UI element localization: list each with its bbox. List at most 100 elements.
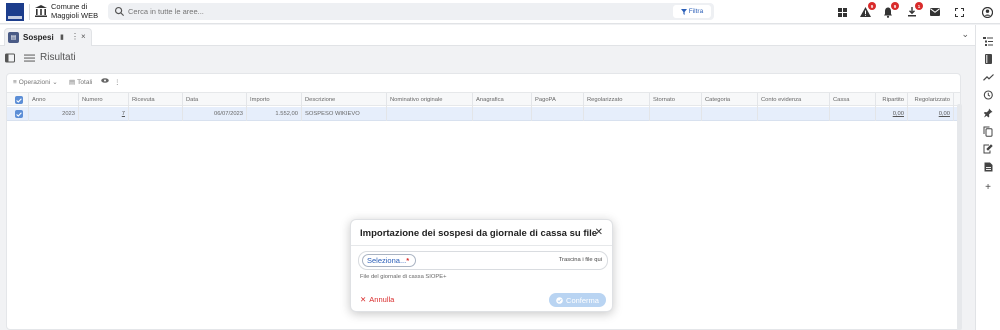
grid-toolbar: ≡ Operazioni ⌄ ▤ Totali ⋮ bbox=[7, 74, 960, 90]
cell-pagopa bbox=[532, 107, 584, 121]
column-header[interactable]: Conto evidenza bbox=[758, 93, 830, 107]
cell-anagrafica bbox=[473, 107, 532, 121]
divider bbox=[351, 245, 612, 246]
close-icon[interactable]: ✕ bbox=[595, 227, 603, 238]
select-all-checkbox[interactable] bbox=[15, 96, 23, 104]
cell-conto bbox=[758, 107, 830, 121]
column-header[interactable]: Importo bbox=[247, 93, 302, 107]
row-checkbox[interactable] bbox=[15, 110, 23, 118]
filter-label: Filtra bbox=[688, 8, 704, 15]
column-header[interactable]: Numero bbox=[79, 93, 129, 107]
dropzone-caption: File del giornale di cassa SIOPE+ bbox=[360, 274, 447, 280]
column-header[interactable]: Nominativo originale bbox=[387, 93, 473, 107]
close-icon[interactable]: × bbox=[81, 32, 86, 41]
add-icon[interactable]: + bbox=[982, 181, 994, 193]
app-logo[interactable] bbox=[6, 3, 24, 21]
column-header[interactable]: Stornato bbox=[650, 93, 702, 107]
sidebar-toggle-icon[interactable] bbox=[5, 53, 15, 63]
cell-categoria bbox=[702, 107, 758, 121]
import-dialog: Importazione dei sospesi da giornale di … bbox=[350, 219, 613, 312]
right-toolbar: + bbox=[975, 25, 1000, 330]
org-name-line2: Maggioli WEB bbox=[51, 10, 99, 20]
column-header[interactable]: Regolarizzato bbox=[908, 93, 954, 107]
column-header[interactable]: Categoria bbox=[702, 93, 758, 107]
trend-chart-icon[interactable] bbox=[982, 71, 994, 83]
select-all-cell[interactable] bbox=[7, 93, 29, 107]
operations-icon: ≡ bbox=[13, 78, 17, 86]
divider bbox=[29, 4, 30, 20]
column-header[interactable]: Anno bbox=[29, 93, 79, 107]
column-header[interactable]: Data bbox=[183, 93, 247, 107]
confirm-label: Conferma bbox=[566, 295, 599, 305]
organization-name[interactable]: Comune di Maggioli WEB bbox=[51, 2, 111, 20]
document-icon[interactable] bbox=[982, 161, 994, 173]
list-view-icon[interactable] bbox=[24, 53, 35, 63]
book-icon[interactable] bbox=[982, 53, 994, 65]
cell-nominativo bbox=[387, 107, 473, 121]
table-row[interactable]: 2023 7 06/07/2023 1.552,00 SOSPESO WIKIE… bbox=[7, 107, 960, 121]
user-account-icon[interactable] bbox=[980, 5, 994, 19]
pin-icon[interactable] bbox=[982, 107, 994, 119]
filter-icon bbox=[680, 8, 687, 15]
cell-numero-link[interactable]: 7 bbox=[79, 107, 129, 121]
column-header[interactable]: Cassa bbox=[830, 93, 876, 107]
history-icon[interactable] bbox=[982, 89, 994, 101]
cell-data: 06/07/2023 bbox=[183, 107, 247, 121]
institution-icon bbox=[35, 5, 47, 17]
chevron-down-icon: ⌄ bbox=[52, 79, 58, 86]
column-header[interactable]: Anagrafica bbox=[473, 93, 532, 107]
totals-button[interactable]: ▤ Totali bbox=[69, 78, 93, 87]
bookmark-icon[interactable]: ▮ bbox=[60, 33, 64, 41]
apps-grid-icon[interactable] bbox=[835, 5, 849, 19]
cell-stornato bbox=[650, 107, 702, 121]
tree-list-icon[interactable] bbox=[982, 35, 994, 47]
cell-cassa bbox=[830, 107, 876, 121]
search-input[interactable] bbox=[128, 5, 648, 18]
cell-regolarizzato bbox=[584, 107, 650, 121]
vertical-scrollbar[interactable] bbox=[957, 104, 962, 330]
notification-bell-icon[interactable]: 9 bbox=[881, 2, 899, 19]
totals-label: Totali bbox=[77, 78, 93, 86]
row-select-cell[interactable] bbox=[7, 107, 29, 121]
more-options-icon[interactable]: ⋮ bbox=[114, 78, 121, 86]
alert-badge: 9 bbox=[868, 2, 876, 10]
column-header[interactable]: Ripartito bbox=[876, 93, 908, 107]
confirm-button[interactable]: Conferma bbox=[549, 293, 606, 307]
download-icon[interactable]: 1 bbox=[905, 2, 923, 19]
totals-icon: ▤ bbox=[69, 79, 76, 86]
page-title: Risultati bbox=[40, 52, 76, 63]
column-header[interactable]: Ricevuta bbox=[129, 93, 183, 107]
cell-regolarizzato-amount-link[interactable]: 0,00 bbox=[908, 107, 954, 121]
download-badge: 1 bbox=[915, 2, 923, 10]
notification-badge: 9 bbox=[891, 2, 899, 10]
fullscreen-icon[interactable] bbox=[952, 5, 966, 19]
edit-document-icon[interactable] bbox=[982, 143, 994, 155]
more-options-icon[interactable]: ⋮ bbox=[71, 32, 79, 41]
filter-button[interactable]: Filtra bbox=[673, 5, 711, 18]
cell-ripartito-link[interactable]: 0,00 bbox=[876, 107, 908, 121]
tab-sospesi[interactable]: ▤ Sospesi ▮ ⋮ × bbox=[4, 28, 92, 46]
eye-icon[interactable] bbox=[101, 78, 109, 83]
cancel-label: Annulla bbox=[369, 295, 395, 304]
cancel-button[interactable]: ✕ Annulla bbox=[360, 295, 394, 304]
tab-strip: ▤ Sospesi ▮ ⋮ × ⌄ bbox=[0, 25, 975, 46]
operations-menu-button[interactable]: ≡ Operazioni ⌄ bbox=[13, 78, 58, 87]
copy-icon[interactable] bbox=[982, 125, 994, 137]
search-icon bbox=[114, 6, 125, 17]
column-header[interactable]: PagoPA bbox=[532, 93, 584, 107]
column-header[interactable]: Regolarizzato bbox=[584, 93, 650, 107]
check-circle-icon bbox=[556, 296, 563, 304]
column-header[interactable]: Descrizione bbox=[302, 93, 387, 107]
tab-label: Sospesi bbox=[23, 33, 54, 42]
alert-icon[interactable]: 9 bbox=[858, 2, 876, 19]
mail-icon[interactable] bbox=[928, 5, 942, 19]
operations-label: Operazioni bbox=[18, 78, 51, 86]
file-dropzone[interactable]: Seleziona...* Trascina i file qui bbox=[358, 251, 608, 270]
select-file-button[interactable]: Seleziona...* bbox=[362, 254, 416, 267]
dialog-title: Importazione dei sospesi da giornale di … bbox=[360, 228, 598, 239]
chevron-down-icon[interactable]: ⌄ bbox=[961, 29, 969, 40]
grid-header-row: Anno Numero Ricevuta Data Importo Descri… bbox=[7, 92, 960, 107]
global-search[interactable]: Filtra bbox=[108, 3, 714, 20]
cell-anno: 2023 bbox=[29, 107, 79, 121]
cell-ricevuta bbox=[129, 107, 183, 121]
